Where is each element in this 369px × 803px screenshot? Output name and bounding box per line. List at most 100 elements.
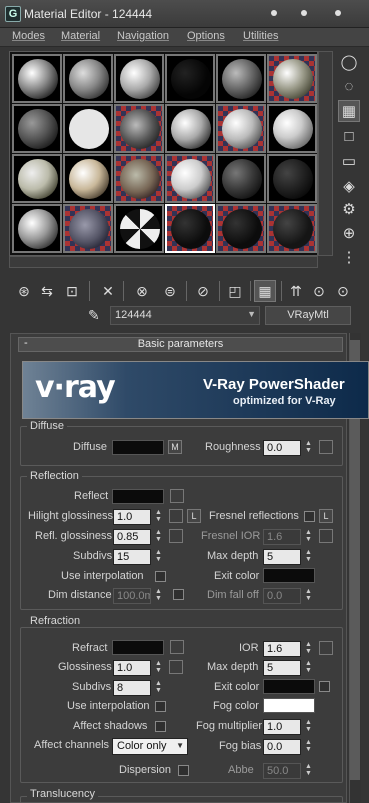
hilight-glossiness-field[interactable]: 1.0 [113,509,151,525]
ior-map-slot[interactable] [319,641,333,655]
refraction-glossiness-spinner[interactable]: ▲ ▼ [154,660,163,676]
sample-slot[interactable] [63,54,113,103]
fog-bias-spinner[interactable]: ▲ ▼ [304,739,313,755]
show-end-result-icon[interactable]: ▦ [254,280,276,302]
menu-options[interactable]: Options [187,30,225,42]
make-unique-icon[interactable]: ⊗ [131,280,153,302]
fresnel-reflections-checkbox[interactable] [304,511,315,522]
sample-slot[interactable] [216,154,266,203]
rollout-collapse-icon[interactable]: - [24,337,28,349]
reflection-exit-color-swatch[interactable] [263,568,315,583]
dispersion-checkbox[interactable] [178,765,189,776]
eyedropper-icon[interactable]: ✎ [88,307,104,323]
select-by-material-icon[interactable]: ⊕ [338,222,360,244]
refraction-subdivs-spinner[interactable]: ▲ ▼ [154,680,163,696]
put-to-library-icon[interactable]: ⊜ [159,280,181,302]
reflect-color-swatch[interactable] [112,489,164,504]
maximize-icon[interactable] [297,6,311,20]
sample-slot[interactable] [216,104,266,153]
sample-slot[interactable] [63,104,113,153]
roughness-map-slot[interactable] [319,440,333,454]
refl-glossiness-map-slot[interactable] [169,529,183,543]
go-forward-sibling-icon[interactable]: ⊙ [308,280,330,302]
sample-slot[interactable] [12,104,62,153]
abbe-spinner[interactable]: ▲ ▼ [304,763,313,779]
sample-slot[interactable] [114,154,164,203]
reset-map-icon[interactable]: ✕ [97,280,119,302]
show-shaded-map-icon[interactable]: ◰ [224,280,246,302]
sample-slot[interactable] [63,154,113,203]
menu-utilities[interactable]: Utilities [243,30,278,42]
ior-spinner[interactable]: ▲ ▼ [304,641,313,657]
dim-distance-checkbox[interactable] [173,589,184,600]
fresnel-lock-button[interactable]: L [319,509,333,523]
refract-map-slot[interactable] [170,640,184,654]
sample-slot[interactable] [165,54,215,103]
pick-material-icon[interactable]: ⊙ [332,280,354,302]
sample-slot-active[interactable] [165,204,215,253]
chevron-down-icon[interactable]: ▼ [247,309,256,319]
hilight-lock-button[interactable]: L [187,509,201,523]
make-preview-icon[interactable]: ◈ [338,175,360,197]
abbe-field[interactable]: 50.0 [263,763,301,779]
sample-slot[interactable] [267,104,317,153]
reflection-use-interpolation-checkbox[interactable] [155,571,166,582]
fog-color-swatch[interactable] [263,698,315,713]
refraction-max-depth-field[interactable]: 5 [263,660,301,676]
refraction-subdivs-field[interactable]: 8 [113,680,151,696]
get-material-icon[interactable]: ⊛ [13,280,35,302]
menu-navigation[interactable]: Navigation [117,30,169,42]
fog-bias-field[interactable]: 0.0 [263,739,301,755]
sample-slot[interactable] [114,104,164,153]
fog-multiplier-spinner[interactable]: ▲ ▼ [304,719,313,735]
refl-glossiness-spinner[interactable]: ▲ ▼ [154,529,163,545]
sample-slot[interactable] [267,54,317,103]
refraction-exit-color-swatch[interactable] [263,679,315,694]
sample-slot[interactable] [267,204,317,253]
diffuse-color-swatch[interactable] [112,440,164,455]
fresnel-ior-spinner[interactable]: ▲ ▼ [304,529,313,545]
dim-falloff-spinner[interactable]: ▲ ▼ [304,588,313,604]
hilight-glossiness-spinner[interactable]: ▲ ▼ [154,509,163,525]
uv-tiling-icon[interactable]: □ [338,125,360,147]
refl-glossiness-field[interactable]: 0.85 [113,529,151,545]
material-type-button[interactable]: VRayMtl [265,306,351,325]
refract-color-swatch[interactable] [112,640,164,655]
affect-channels-dropdown[interactable]: Color only ▼ [112,738,188,755]
reflection-subdivs-spinner[interactable]: ▲ ▼ [154,549,163,565]
sample-slot[interactable] [165,154,215,203]
sample-slot[interactable] [12,54,62,103]
reflection-subdivs-field[interactable]: 15 [113,549,151,565]
video-color-check-icon[interactable]: ▭ [338,150,360,172]
rollout-header[interactable]: Basic parameters [18,337,343,352]
put-to-scene-icon[interactable]: ⇆ [36,280,58,302]
sample-type-icon[interactable]: ◯ [338,51,360,73]
diffuse-map-button[interactable]: M [168,440,182,454]
reflection-max-depth-field[interactable]: 5 [263,549,301,565]
slots-vertical-scrollbar[interactable] [318,51,333,256]
dim-distance-spinner[interactable]: ▲ ▼ [154,588,163,604]
menu-modes[interactable]: Modes [12,30,45,42]
dim-falloff-field[interactable]: 0.0 [263,588,301,604]
hilight-glossiness-map-slot[interactable] [169,509,183,523]
material-map-navigator-icon[interactable]: ⋮ [338,246,360,268]
refraction-use-interpolation-checkbox[interactable] [155,701,166,712]
refraction-glossiness-map-slot[interactable] [169,660,183,674]
sample-slot[interactable] [12,204,62,253]
assign-to-selection-icon[interactable]: ⊡ [61,280,83,302]
options-icon[interactable]: ⚙ [338,198,360,220]
reflection-max-depth-spinner[interactable]: ▲ ▼ [304,549,313,565]
sample-slot[interactable] [216,204,266,253]
material-id-channel-icon[interactable]: ⊘ [192,280,214,302]
sample-slot[interactable] [216,54,266,103]
close-icon[interactable] [331,6,345,20]
sample-slot[interactable] [12,154,62,203]
slots-horizontal-scrollbar[interactable] [9,256,318,268]
dim-distance-field[interactable]: 100.0m [113,588,151,604]
refraction-exit-color-checkbox[interactable] [319,681,330,692]
roughness-field[interactable]: 0.0 [263,440,301,456]
refraction-glossiness-field[interactable]: 1.0 [113,660,151,676]
roughness-spinner[interactable]: ▲ ▼ [304,440,313,456]
sample-slot[interactable] [165,104,215,153]
refraction-max-depth-spinner[interactable]: ▲ ▼ [304,660,313,676]
